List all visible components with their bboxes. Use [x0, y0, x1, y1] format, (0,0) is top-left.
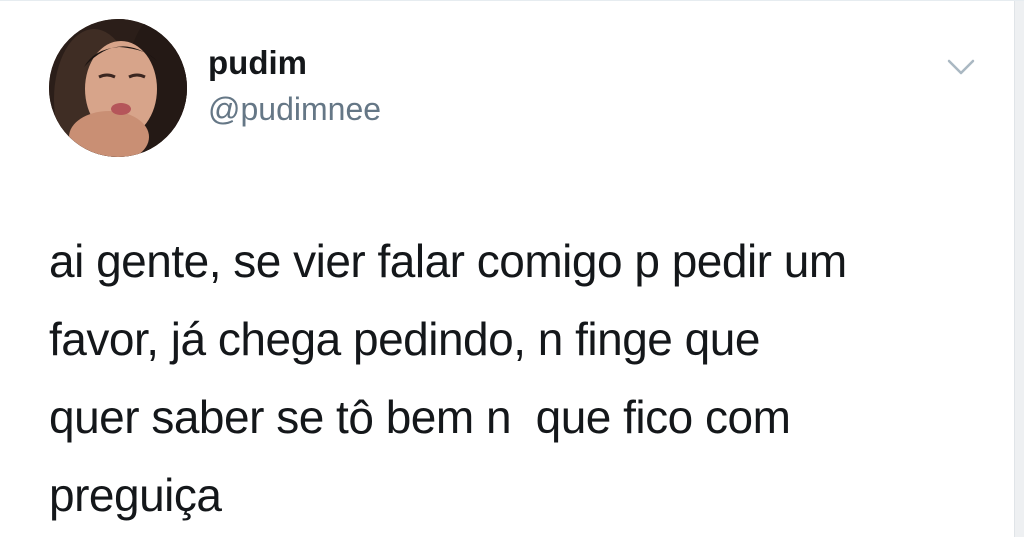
tweet-text: ai gente, se vier falar comigo p pedir u…: [49, 222, 989, 534]
tweet-text-line: ai gente, se vier falar comigo p pedir u…: [49, 235, 847, 287]
window-edge: [1014, 1, 1024, 537]
author-name[interactable]: pudim: [208, 43, 307, 83]
tweet-text-line: favor, já chega pedindo, n finge que: [49, 313, 760, 365]
tweet-card: pudim @pudimnee ai gente, se vier falar …: [0, 0, 1024, 537]
avatar-photo: [49, 19, 187, 157]
chevron-down-icon[interactable]: [943, 53, 979, 81]
avatar[interactable]: [49, 19, 187, 157]
tweet-text-line: preguiça: [49, 469, 222, 521]
tweet-text-line: quer saber se tô bem n que fico com: [49, 391, 791, 443]
author-handle[interactable]: @pudimnee: [208, 89, 381, 129]
